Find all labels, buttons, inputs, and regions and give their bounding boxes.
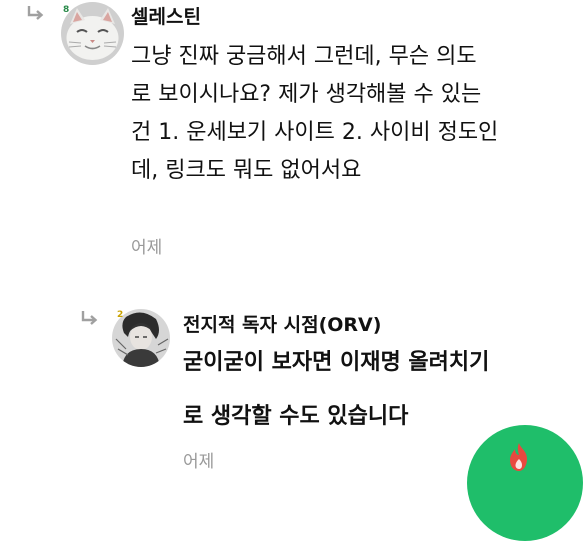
reply-timestamp: 어제 (183, 452, 215, 472)
comment-line: 데, 링크도 뭐도 없어서요 (131, 158, 362, 183)
avatar[interactable]: 2 (112, 309, 170, 367)
level-badge: 2 (117, 310, 124, 320)
reply-body: 굳이굳이 보자면 이재명 올려치기 로 생각할 수도 있습니다 (183, 336, 489, 444)
reply-arrow-icon (81, 311, 98, 325)
avatar[interactable]: 8 (61, 2, 124, 65)
level-badge: 8 (63, 5, 70, 15)
cat-avatar-icon (61, 2, 124, 65)
comment-line: 건 1. 운세보기 사이트 2. 사이비 정도인 (131, 120, 499, 145)
comment-line: 로 보이시나요? 제가 생각해볼 수 있는 (131, 82, 482, 107)
comment-body: 그냥 진짜 궁금해서 그런데, 무슨 의도 로 보이시나요? 제가 생각해볼 수… (131, 38, 498, 190)
fire-icon (510, 443, 527, 471)
reply-author[interactable]: 전지적 독자 시점(ORV) (183, 310, 381, 337)
comment-timestamp: 어제 (131, 238, 163, 258)
reply-arrow-icon (27, 6, 44, 20)
reply-line: 로 생각할 수도 있습니다 (183, 404, 409, 429)
comment-author[interactable]: 셀레스틴 (131, 2, 201, 29)
floating-action-button[interactable] (467, 425, 583, 541)
comment-line: 그냥 진짜 궁금해서 그런데, 무슨 의도 (131, 44, 477, 69)
reply-line: 굳이굳이 보자면 이재명 올려치기 (183, 350, 490, 375)
